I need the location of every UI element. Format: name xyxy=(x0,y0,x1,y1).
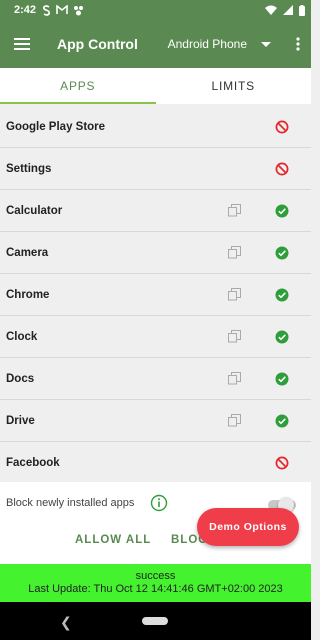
allowed-check-icon[interactable] xyxy=(273,204,291,218)
allowed-check-icon[interactable] xyxy=(273,414,291,428)
block-new-apps-setting: Block newly installed apps xyxy=(6,494,168,512)
app-row[interactable]: Google Play Store xyxy=(0,106,311,148)
clock-time: 2:42 xyxy=(14,4,37,16)
app-name: Calculator xyxy=(6,204,63,217)
app-row[interactable]: Settings xyxy=(0,148,311,190)
block-new-apps-label: Block newly installed apps xyxy=(6,497,135,509)
signal-icon xyxy=(283,5,293,15)
demo-options-button[interactable]: Demo Options xyxy=(197,508,299,546)
app-name: Drive xyxy=(6,414,35,427)
status-bar: 2:42 xyxy=(0,0,311,20)
app-name: Camera xyxy=(6,246,49,259)
info-icon[interactable] xyxy=(150,494,168,512)
app-row[interactable]: Calculator xyxy=(0,190,311,232)
app-title: App Control xyxy=(57,36,138,52)
allowed-check-icon[interactable] xyxy=(273,288,291,302)
app-name: Chrome xyxy=(6,288,50,301)
allowed-check-icon[interactable] xyxy=(273,372,291,386)
s-icon xyxy=(42,4,51,16)
blocked-icon[interactable] xyxy=(273,456,291,470)
caret-down-icon xyxy=(261,41,271,47)
app-name: Facebook xyxy=(6,456,60,469)
copy-icon[interactable] xyxy=(227,288,241,301)
bug-icon xyxy=(74,5,84,15)
copy-icon[interactable] xyxy=(227,372,241,385)
back-icon[interactable]: ❮ xyxy=(60,614,72,631)
tab-apps[interactable]: APPS xyxy=(0,68,156,104)
app-name: Settings xyxy=(6,162,52,175)
tab-limits[interactable]: LIMITS xyxy=(156,68,312,104)
home-pill-icon[interactable] xyxy=(142,617,168,625)
allowed-check-icon[interactable] xyxy=(273,330,291,344)
overflow-menu-icon[interactable] xyxy=(285,20,311,68)
wifi-icon xyxy=(265,5,277,15)
navigation-bar: ❮ xyxy=(0,602,311,640)
app-name: Clock xyxy=(6,330,38,343)
app-row[interactable]: Chrome xyxy=(0,274,311,316)
device-selector[interactable]: Android Phone xyxy=(168,37,271,51)
hamburger-menu-icon[interactable] xyxy=(0,20,44,68)
tab-bar: APPS LIMITS xyxy=(0,68,311,104)
copy-icon[interactable] xyxy=(227,414,241,427)
app-row[interactable]: Drive xyxy=(0,400,311,442)
copy-icon[interactable] xyxy=(227,204,241,217)
copy-icon[interactable] xyxy=(227,330,241,343)
last-update-text: Last Update: Thu Oct 12 14:41:46 GMT+02:… xyxy=(28,583,283,595)
status-footer: success Last Update: Thu Oct 12 14:41:46… xyxy=(0,564,311,602)
app-bar: App Control Android Phone xyxy=(0,20,311,68)
allowed-check-icon[interactable] xyxy=(273,246,291,260)
app-row[interactable]: Camera xyxy=(0,232,311,274)
app-name: Google Play Store xyxy=(6,120,106,133)
app-list: Google Play Store Settings Calculator Camer… xyxy=(0,106,311,484)
battery-icon xyxy=(299,4,305,16)
gmail-icon xyxy=(56,5,68,14)
app-row[interactable]: Facebook xyxy=(0,442,311,484)
device-name: Android Phone xyxy=(167,37,247,51)
allow-all-button[interactable]: ALLOW ALL xyxy=(75,534,151,546)
blocked-icon[interactable] xyxy=(273,162,291,176)
app-name: Docs xyxy=(6,372,35,385)
app-row[interactable]: Clock xyxy=(0,316,311,358)
app-row[interactable]: Docs xyxy=(0,358,311,400)
status-message: success xyxy=(135,570,176,582)
copy-icon[interactable] xyxy=(227,246,241,259)
blocked-icon[interactable] xyxy=(273,120,291,134)
